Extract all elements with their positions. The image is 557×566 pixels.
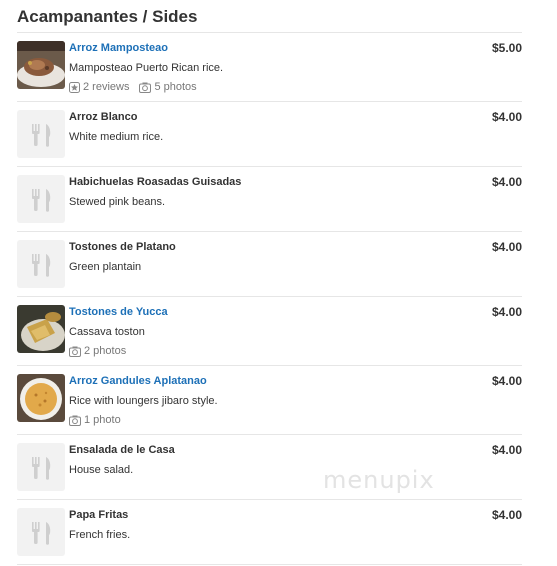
menu-list: Arroz Mamposteao Mamposteao Puerto Rican… <box>17 32 522 565</box>
menu-item: Arroz Blanco White medium rice. $4.00 <box>17 101 522 166</box>
item-name: Arroz Blanco <box>69 111 138 123</box>
item-photo-placeholder <box>17 240 65 288</box>
item-photo-placeholder <box>17 443 65 491</box>
item-name-link[interactable]: Arroz Gandules Aplatanao <box>69 375 207 387</box>
menu-item: Ensalada de le Casa House salad. $4.00 <box>17 434 522 499</box>
item-photo-placeholder <box>17 508 65 556</box>
item-name: Habichuelas Roasadas Guisadas <box>69 176 242 188</box>
section-title: Acampanantes / Sides <box>17 7 198 26</box>
photos-link[interactable]: 2 photos <box>69 345 126 357</box>
fork-knife-icon <box>32 522 51 545</box>
menu-item: Habichuelas Roasadas Guisadas Stewed pin… <box>17 166 522 231</box>
item-description: White medium rice. <box>69 131 164 143</box>
review-icon <box>69 81 80 93</box>
fork-knife-icon <box>32 254 51 277</box>
item-name-link[interactable]: Arroz Mamposteao <box>69 42 168 54</box>
fork-knife-icon <box>32 189 51 212</box>
item-name-link[interactable]: Tostones de Yucca <box>69 306 168 318</box>
item-meta: 2 photos <box>69 345 126 357</box>
item-photo[interactable] <box>17 41 65 89</box>
photos-count: 2 photos <box>84 345 127 357</box>
menu-item: Papa Fritas French fries. $4.00 <box>17 499 522 565</box>
item-price: $4.00 <box>491 175 522 189</box>
item-name: Papa Fritas <box>69 509 129 521</box>
item-photo-placeholder <box>17 175 65 223</box>
menu-item: Arroz Mamposteao Mamposteao Puerto Rican… <box>17 32 522 101</box>
photos-count: 5 photos <box>154 81 197 93</box>
reviews-count: 2 reviews <box>83 81 130 93</box>
item-description: Mamposteao Puerto Rican rice. <box>69 62 224 74</box>
item-name: Tostones de Platano <box>69 241 176 253</box>
menu-item: Tostones de Yucca Cassava toston 2 photo… <box>17 296 522 365</box>
item-price: $4.00 <box>491 508 522 522</box>
item-description: Stewed pink beans. <box>69 196 166 208</box>
item-name: Ensalada de le Casa <box>69 444 175 456</box>
photos-link[interactable]: 5 photos <box>139 81 197 93</box>
item-meta: 1 photo <box>69 414 121 426</box>
item-price: $4.00 <box>491 110 522 124</box>
item-price: $4.00 <box>491 305 522 319</box>
item-price: $4.00 <box>491 374 522 388</box>
photos-count: 1 photo <box>84 414 121 426</box>
watermark: menupix <box>323 466 435 494</box>
item-photo-placeholder <box>17 110 65 158</box>
item-price: $4.00 <box>491 443 522 457</box>
camera-icon <box>69 346 81 357</box>
reviews-link[interactable]: 2 reviews <box>69 81 129 93</box>
menu-item: Tostones de Platano Green plantain $4.00 <box>17 231 522 296</box>
item-description: Cassava toston <box>69 326 145 338</box>
item-price: $4.00 <box>491 240 522 254</box>
item-price: $5.00 <box>491 41 522 55</box>
item-description: Rice with loungers jibaro style. <box>69 395 218 407</box>
item-photo[interactable] <box>17 305 65 353</box>
fork-knife-icon <box>32 457 51 480</box>
camera-icon <box>69 415 81 426</box>
item-meta: 2 reviews 5 photos <box>69 81 197 93</box>
item-description: Green plantain <box>69 261 142 273</box>
item-description: House salad. <box>69 464 134 476</box>
fork-knife-icon <box>32 124 51 147</box>
camera-icon <box>139 82 152 93</box>
item-photo[interactable] <box>17 374 65 422</box>
menu-item: Arroz Gandules Aplatanao Rice with loung… <box>17 365 522 434</box>
photos-link[interactable]: 1 photo <box>69 414 121 426</box>
item-description: French fries. <box>69 529 131 541</box>
